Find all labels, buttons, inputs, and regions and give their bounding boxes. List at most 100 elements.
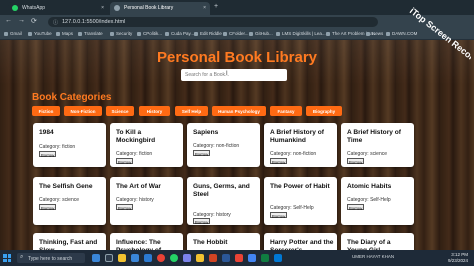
book-card: A Brief History of Humankind Category: n… <box>264 123 337 167</box>
close-tab-icon[interactable]: × <box>101 5 104 11</box>
reload-button[interactable]: ⟳ <box>31 17 37 25</box>
book-category: Category: Self-Help <box>347 197 391 203</box>
address-bar[interactable]: ⓘ 127.0.0.1:5500/index.html <box>48 17 378 27</box>
book-title: 1984 <box>39 129 54 136</box>
teams-icon[interactable] <box>183 254 191 262</box>
app-icon[interactable] <box>248 254 256 262</box>
book-card: Thinking, Fast and Slow <box>33 233 106 250</box>
search-placeholder: Search for a Book... <box>185 72 230 78</box>
borrow-button[interactable]: Borrow <box>193 218 211 225</box>
bookmark-item[interactable]: LMS DigiSkills | Lea... <box>276 31 326 36</box>
book-category: Category: science <box>347 151 388 157</box>
book-category: Category: non-fiction <box>193 143 240 149</box>
folder-icon[interactable] <box>196 254 204 262</box>
browser-tab-strip: WhatsApp × Personal Book Library × + <box>0 0 474 15</box>
category-button-fantasy[interactable]: Fantasy <box>270 106 302 116</box>
category-button-non-fiction[interactable]: Non-Fiction <box>64 106 102 116</box>
whatsapp-taskbar-icon[interactable] <box>170 254 178 262</box>
vscode-icon[interactable] <box>144 254 152 262</box>
book-card: To Kill a Mockingbird Category: fiction … <box>110 123 183 167</box>
book-title: Sapiens <box>193 129 219 136</box>
back-button[interactable]: ← <box>5 17 12 24</box>
borrow-button[interactable]: Borrow <box>39 151 57 158</box>
book-category: Category: Self-Help <box>270 205 314 211</box>
page-content: Personal Book Library Search for a Book.… <box>0 40 474 250</box>
tab-whatsapp[interactable]: WhatsApp × <box>8 2 108 15</box>
book-title: Atomic Habits <box>347 183 392 190</box>
bookmark-item[interactable]: Edit Riddle <box>194 31 222 36</box>
borrow-button[interactable]: Borrow <box>270 158 288 165</box>
system-clock[interactable]: 3:12 PM 9/23/2024 <box>448 252 468 264</box>
file-explorer-icon[interactable] <box>118 254 126 262</box>
book-card: Atomic Habits Category: Self-Help Borrow <box>341 177 414 225</box>
tab-book-library[interactable]: Personal Book Library × <box>110 2 210 15</box>
task-view-icon[interactable] <box>105 254 113 262</box>
new-tab-button[interactable]: + <box>214 3 218 10</box>
tab-label: WhatsApp <box>22 5 46 11</box>
clock-date: 9/23/2024 <box>447 258 468 263</box>
category-button-self-help[interactable]: Self Help <box>175 106 208 116</box>
excel-icon[interactable] <box>261 254 269 262</box>
windows-taskbar: ⌕ Type here to search UMER HAYAT KHAN 3:… <box>0 250 474 266</box>
bookmark-item[interactable]: Security <box>110 31 132 36</box>
taskbar-search-input[interactable]: ⌕ Type here to search <box>17 253 85 263</box>
book-title: Thinking, Fast and Slow <box>39 239 98 250</box>
search-input[interactable]: Search for a Book... I <box>181 69 287 81</box>
word-icon[interactable] <box>222 254 230 262</box>
borrow-button[interactable]: Borrow <box>116 204 134 211</box>
close-tab-icon[interactable]: × <box>203 5 206 11</box>
book-title: The Diary of a Young Girl <box>347 239 391 250</box>
bookmark-item[interactable]: Cuda Pay... <box>165 31 194 36</box>
book-card: The Selfish Gene Category: science Borro… <box>33 177 106 225</box>
bookmark-item[interactable]: CPolitik... <box>137 31 162 36</box>
book-category: Category: non-fiction <box>270 151 317 157</box>
bookmark-item[interactable]: Gmail <box>4 31 22 36</box>
book-category: Category: fiction <box>116 151 153 157</box>
windows-start-icon[interactable] <box>3 254 11 262</box>
text-cursor-icon: I <box>226 71 228 77</box>
bookmark-item[interactable]: News <box>366 31 383 36</box>
category-button-human-psychology[interactable]: Human Psychology <box>212 106 266 116</box>
powerpoint-icon[interactable] <box>209 254 217 262</box>
book-card: Guns, Germs, and Steel Category: history… <box>187 177 260 225</box>
category-button-fiction[interactable]: Fiction <box>32 106 60 116</box>
edge-icon[interactable] <box>92 254 100 262</box>
bookmark-item[interactable]: CFolder... <box>223 31 249 36</box>
book-title: A Brief History of Humankind <box>270 129 324 144</box>
bookmark-item[interactable]: Translate <box>78 31 103 36</box>
book-card: The Power of Habit Category: Self-Help B… <box>264 177 337 225</box>
book-card: The Art of War Category: history Borrow <box>110 177 183 225</box>
borrow-button[interactable]: Borrow <box>270 212 288 219</box>
taskbar-search-placeholder: Type here to search <box>28 255 73 262</box>
borrow-button[interactable]: Borrow <box>39 204 57 211</box>
book-title: The Art of War <box>116 183 161 190</box>
book-card: 1984 Category: fiction Borrow <box>33 123 106 167</box>
book-title: The Selfish Gene <box>39 183 93 190</box>
whatsapp-icon <box>12 5 18 11</box>
bookmark-item[interactable]: DAWN.COM <box>386 31 417 36</box>
borrow-button[interactable]: Borrow <box>193 150 211 157</box>
page-title: Personal Book Library <box>156 49 318 66</box>
borrow-button[interactable]: Borrow <box>347 204 365 211</box>
book-category: Category: science <box>39 197 80 203</box>
book-title: The Power of Habit <box>270 183 330 190</box>
borrow-button[interactable]: Borrow <box>347 158 365 165</box>
category-button-history[interactable]: History <box>139 106 170 116</box>
bookmark-item[interactable]: Maps <box>56 31 73 36</box>
book-category: Category: fiction <box>39 144 76 150</box>
forward-button[interactable]: → <box>18 17 25 24</box>
store-icon[interactable] <box>131 254 139 262</box>
bookmark-item[interactable]: YouTube <box>28 31 52 36</box>
borrow-button[interactable]: Borrow <box>116 158 134 165</box>
mail-icon[interactable] <box>274 254 282 262</box>
categories-heading: Book Categories <box>32 92 112 103</box>
book-card: Influence: The Psychology of <box>110 233 183 250</box>
chrome-icon[interactable] <box>157 254 165 262</box>
category-button-biography[interactable]: Biography <box>306 106 342 116</box>
screen-recorder-icon[interactable] <box>235 254 243 262</box>
category-button-science[interactable]: Science <box>106 106 134 116</box>
bookmark-item[interactable]: GitHub... <box>249 31 273 36</box>
tab-label: Personal Book Library <box>124 5 174 11</box>
book-title: Harry Potter and the Sorcerer's <box>270 239 334 250</box>
book-card: Sapiens Category: non-fiction Borrow <box>187 123 260 167</box>
